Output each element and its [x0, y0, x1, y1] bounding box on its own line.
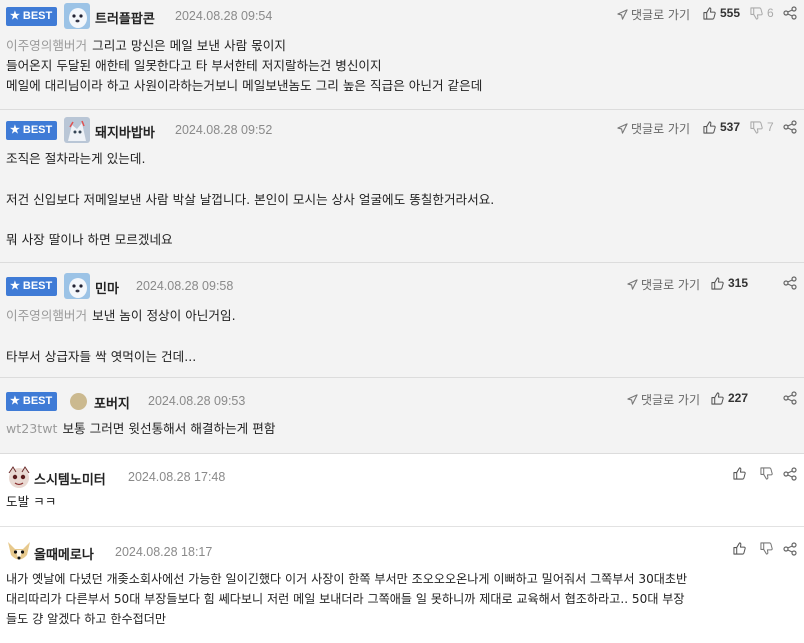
upvote-button[interactable]: 537	[703, 120, 740, 134]
comment-date: 2024.08.28 09:54	[175, 9, 273, 23]
reply-arrow-icon	[617, 9, 628, 20]
comment-date: 2024.08.28 17:48	[128, 470, 226, 484]
downvote-button[interactable]	[760, 467, 773, 480]
avatar[interactable]	[6, 539, 32, 565]
thumbs-up-icon	[703, 120, 716, 134]
downvote-count: 6	[767, 6, 774, 20]
avatar[interactable]	[6, 464, 32, 490]
comment-list: ★ BEST 트러플팝콘 2024.08.28 09:54 댓글로 가기 555 …	[0, 0, 804, 643]
nickname[interactable]: 트러플팝콘	[95, 8, 155, 27]
nickname[interactable]: 포버지	[94, 393, 130, 412]
reply-link[interactable]: 댓글로 가기	[617, 6, 690, 23]
upvote-count: 227	[728, 391, 749, 405]
comment: 스시템노미터 2024.08.28 17:48 도발 ㅋㅋ	[0, 454, 804, 527]
thumbs-down-icon	[750, 120, 763, 134]
avatar[interactable]	[64, 3, 90, 29]
comment: 올때메로나 2024.08.28 18:17 내가 옛날에 다녔던 개좆소회사에…	[0, 527, 804, 643]
star-icon: ★	[10, 395, 20, 407]
upvote-button[interactable]: 315	[711, 276, 748, 290]
best-comment: ★ BEST 트러플팝콘 2024.08.28 09:54 댓글로 가기 555 …	[0, 0, 804, 110]
comment-actions: 댓글로 가기 315	[600, 275, 804, 295]
share-icon[interactable]	[783, 467, 797, 481]
reply-arrow-icon	[627, 279, 638, 290]
thumbs-up-icon	[703, 6, 716, 20]
best-badge: ★ BEST	[6, 7, 58, 26]
downvote-button[interactable]: 7	[750, 120, 774, 134]
thumbs-up-icon	[711, 276, 724, 290]
share-icon[interactable]	[783, 6, 797, 20]
share-icon[interactable]	[783, 276, 797, 290]
comment-body: 내가 옛날에 다녔던 개좆소회사에선 가능한 일이긴했다 이거 사장이 한쪽 부…	[6, 572, 688, 626]
star-icon: ★	[10, 280, 20, 292]
reply-link[interactable]: 댓글로 가기	[617, 120, 690, 137]
avatar[interactable]	[70, 393, 87, 410]
comment-header: ★ BEST 포버지 2024.08.28 09:53 댓글로 가기 227	[0, 385, 804, 417]
best-badge: ★ BEST	[6, 121, 58, 140]
avatar[interactable]	[64, 117, 90, 143]
share-icon[interactable]	[783, 120, 797, 134]
comment-actions: 댓글로 가기 537 7	[600, 119, 804, 139]
comment-actions	[700, 541, 804, 561]
downvote-button[interactable]	[760, 542, 773, 555]
thumbs-down-icon	[750, 6, 763, 20]
upvote-count: 555	[720, 6, 741, 20]
comment-body: 도발 ㅋㅋ	[6, 494, 57, 509]
best-comment: ★ BEST 포버지 2024.08.28 09:53 댓글로 가기 227 wt…	[0, 378, 804, 454]
reply-arrow-icon	[627, 394, 638, 405]
comment-actions	[700, 466, 804, 486]
comment-body: 이주영의햄버거 그리고 망신은 메일 보낸 사람 몫이지 들어온지 두달된 애한테…	[6, 38, 483, 93]
comment-header: 스시템노미터 2024.08.28 17:48	[0, 461, 804, 493]
comment-date: 2024.08.28 09:58	[136, 279, 234, 293]
reply-link[interactable]: 댓글로 가기	[627, 276, 700, 293]
comment-date: 2024.08.28 09:53	[148, 394, 246, 408]
comment-header: ★ BEST 돼지바밥바 2024.08.28 09:52 댓글로 가기 537 …	[0, 114, 804, 146]
nickname[interactable]: 스시템노미터	[34, 469, 106, 488]
best-comment: ★ BEST 돼지바밥바 2024.08.28 09:52 댓글로 가기 537 …	[0, 110, 804, 263]
thumbs-up-icon	[733, 467, 746, 480]
nickname[interactable]: 돼지바밥바	[95, 122, 155, 141]
comment-actions: 댓글로 가기 227	[600, 390, 804, 410]
thumbs-down-icon	[760, 542, 773, 555]
share-icon[interactable]	[783, 391, 797, 405]
thumbs-down-icon	[760, 467, 773, 480]
comment-actions: 댓글로 가기 555 6	[600, 5, 804, 25]
downvote-button[interactable]: 6	[750, 6, 774, 20]
upvote-button[interactable]: 555	[703, 6, 740, 20]
star-icon: ★	[10, 124, 20, 136]
mention[interactable]: 이주영의햄버거	[6, 38, 87, 53]
thumbs-up-icon	[733, 542, 746, 555]
comment-body: 조직은 절차라는게 있는데. 저건 신입보다 저메일보낸 사람 박살 날껍니다.…	[6, 151, 495, 248]
downvote-count: 7	[767, 120, 774, 134]
comment-body: wt23twt 보통 그러면 윗선통해서 해결하는게 편함	[6, 421, 276, 436]
star-icon: ★	[10, 10, 20, 22]
reply-arrow-icon	[617, 123, 628, 134]
comment-body: 이주영의햄버거 보낸 놈이 정상이 아닌거임. 타부서 상급자들 싹 엿먹이는 건…	[6, 308, 236, 364]
comment-header: 올때메로나 2024.08.28 18:17	[0, 536, 804, 568]
nickname[interactable]: 민마	[95, 278, 119, 297]
comment-date: 2024.08.28 09:52	[175, 123, 273, 137]
upvote-count: 537	[720, 120, 741, 134]
share-icon[interactable]	[783, 542, 797, 556]
best-badge: ★ BEST	[6, 392, 58, 411]
mention[interactable]: 이주영의햄버거	[6, 308, 87, 323]
thumbs-up-icon	[711, 391, 724, 405]
avatar[interactable]	[64, 273, 90, 299]
comment-date: 2024.08.28 18:17	[115, 545, 213, 559]
reply-link[interactable]: 댓글로 가기	[627, 391, 700, 408]
upvote-button[interactable]	[733, 542, 746, 555]
comment-header: ★ BEST 트러플팝콘 2024.08.28 09:54 댓글로 가기 555 …	[0, 0, 804, 32]
mention[interactable]: wt23twt	[6, 421, 57, 436]
nickname[interactable]: 올때메로나	[34, 544, 94, 563]
best-badge: ★ BEST	[6, 277, 58, 296]
upvote-button[interactable]	[733, 467, 746, 480]
comment-header: ★ BEST 민마 2024.08.28 09:58 댓글로 가기 315	[0, 270, 804, 302]
best-comment: ★ BEST 민마 2024.08.28 09:58 댓글로 가기 315 이주영…	[0, 263, 804, 378]
upvote-button[interactable]: 227	[711, 391, 748, 405]
upvote-count: 315	[728, 276, 749, 290]
